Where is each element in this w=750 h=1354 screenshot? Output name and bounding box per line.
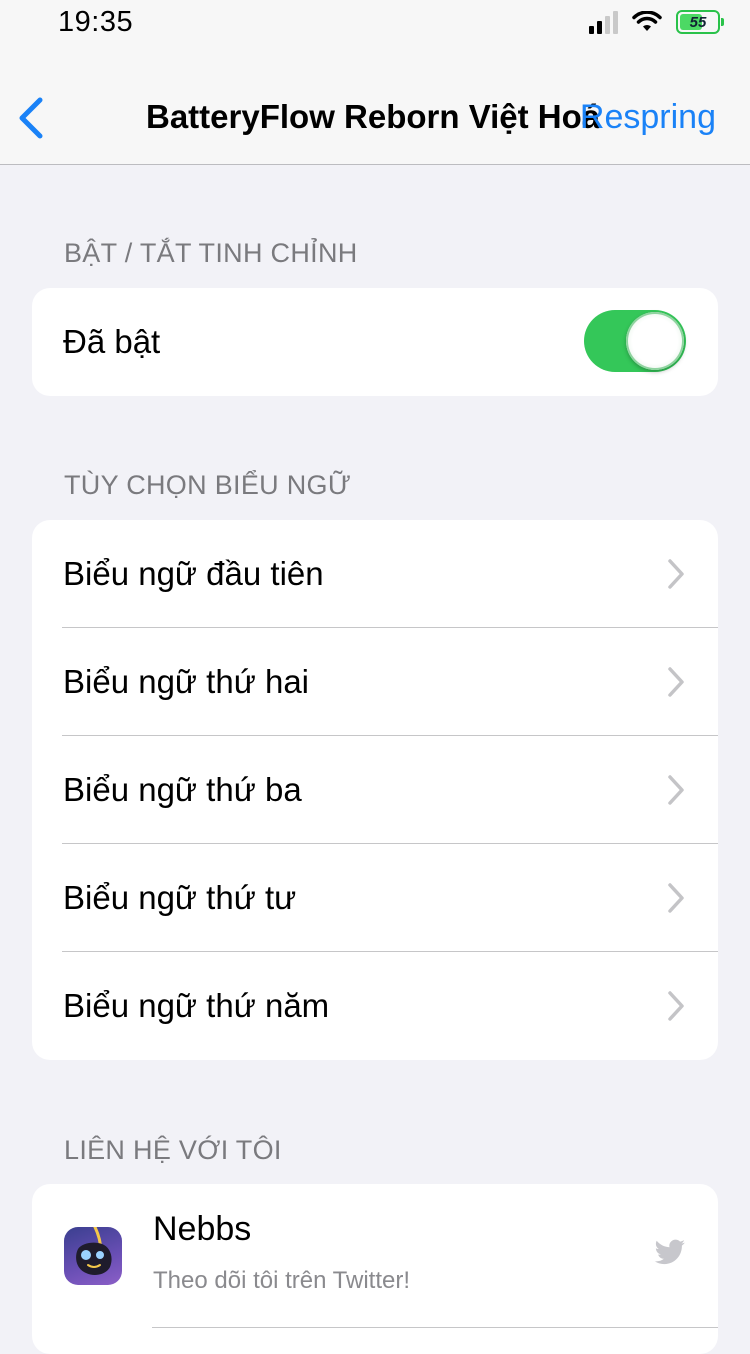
status-bar: 19:35 55 xyxy=(0,0,750,50)
chevron-right-icon xyxy=(668,559,684,589)
respring-button[interactable]: Respring xyxy=(580,98,716,137)
toggle-knob xyxy=(626,312,684,370)
list-item-label: Biểu ngữ thứ hai xyxy=(63,663,310,700)
chevron-right-icon xyxy=(668,667,684,697)
contact-subtitle: Theo dõi tôi trên Twitter! xyxy=(153,1267,411,1294)
list-item-label: Biểu ngữ thứ năm xyxy=(63,987,330,1024)
cellular-signal-icon xyxy=(589,10,618,34)
list-item-label: Biểu ngữ thứ tư xyxy=(63,879,297,916)
chevron-right-icon xyxy=(668,775,684,805)
contact-name: Nebbs xyxy=(153,1210,252,1248)
status-icons: 55 xyxy=(589,10,724,34)
avatar xyxy=(64,1227,122,1285)
navigation-bar: BatteryFlow Reborn Việt Hoá Respring xyxy=(0,50,750,165)
list-item-banner-4[interactable]: Biểu ngữ thứ tư xyxy=(32,844,718,952)
chevron-right-icon xyxy=(668,883,684,913)
enabled-toggle[interactable] xyxy=(584,310,686,372)
list-item-banner-2[interactable]: Biểu ngữ thứ hai xyxy=(32,628,718,736)
battery-icon: 55 xyxy=(676,10,724,34)
toggle-card: Đã bật xyxy=(32,288,718,396)
back-button[interactable] xyxy=(14,94,50,142)
list-item-label: Biểu ngữ đầu tiên xyxy=(63,555,324,592)
avatar-image xyxy=(76,1227,112,1275)
section-header-banners: TÙY CHỌN BIỂU NGỮ xyxy=(64,470,352,500)
enabled-row: Đã bật xyxy=(32,288,718,396)
enabled-label: Đã bật xyxy=(63,323,161,360)
chevron-right-icon xyxy=(668,991,684,1021)
battery-level: 55 xyxy=(689,13,707,31)
chevron-left-icon xyxy=(19,97,43,139)
twitter-icon xyxy=(654,1239,685,1265)
contact-card: Nebbs Theo dõi tôi trên Twitter! xyxy=(32,1184,718,1354)
wifi-icon xyxy=(632,11,662,31)
status-time: 19:35 xyxy=(58,6,134,38)
page-title: BatteryFlow Reborn Việt Hoá xyxy=(146,98,601,135)
contact-row[interactable]: Nebbs Theo dõi tôi trên Twitter! xyxy=(32,1184,718,1328)
divider xyxy=(152,1327,718,1328)
section-header-toggle: BẬT / TẮT TINH CHỈNH xyxy=(64,238,358,268)
list-item-banner-3[interactable]: Biểu ngữ thứ ba xyxy=(32,736,718,844)
list-item-banner-5[interactable]: Biểu ngữ thứ năm xyxy=(32,952,718,1060)
banner-options-card: Biểu ngữ đầu tiên Biểu ngữ thứ hai Biểu … xyxy=(32,520,718,1060)
section-header-contact: LIÊN HỆ VỚI TÔI xyxy=(64,1135,282,1165)
list-item-banner-1[interactable]: Biểu ngữ đầu tiên xyxy=(32,520,718,628)
list-item-label: Biểu ngữ thứ ba xyxy=(63,771,302,808)
